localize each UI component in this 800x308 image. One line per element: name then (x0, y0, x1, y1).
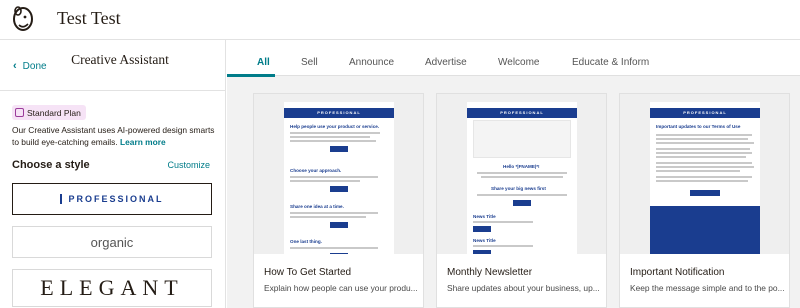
sidebar-title: Creative Assistant (71, 52, 169, 67)
preview-header-bar: PROFESSIONAL (467, 108, 577, 118)
card-title: Important Notification (630, 267, 725, 278)
template-gallery: All Sell Announce Advertise Welcome Educ… (227, 40, 800, 308)
card-description: Keep the message simple and to the po... (630, 283, 785, 293)
style-label-professional: PROFESSIONAL (60, 194, 163, 204)
card-description: Share updates about your business, up... (447, 283, 600, 293)
app-title: Test Test (57, 8, 121, 28)
template-preview: PROFESSIONAL Important updates to our Te… (620, 94, 789, 254)
tab-announce[interactable]: Announce (349, 57, 394, 68)
plan-badge-label: Standard Plan (27, 107, 81, 118)
tab-welcome[interactable]: Welcome (498, 57, 540, 68)
email-thumbnail: PROFESSIONAL Help people use your produc… (284, 102, 394, 254)
preview-header-bar: PROFESSIONAL (284, 108, 394, 118)
creative-assistant-sidebar: ‹ Done Creative Assistant Standard Plan … (0, 40, 226, 308)
card-description: Explain how people can use your produ... (264, 283, 418, 293)
preview-heading: Choose your approach. (290, 168, 342, 173)
template-preview: PROFESSIONAL Help people use your produc… (254, 94, 423, 254)
preview-heading: Important updates to our Terms of Use (656, 124, 741, 129)
template-card-monthly-newsletter[interactable]: PROFESSIONAL Hello *|FNAME|*! Share your… (436, 93, 607, 308)
card-title: How To Get Started (264, 267, 352, 278)
choose-style-heading: Choose a style (12, 159, 90, 171)
preview-heading: Hello *|FNAME|*! (503, 164, 540, 169)
category-tabs: All Sell Announce Advertise Welcome Educ… (227, 40, 800, 77)
description-text: Our Creative Assistant uses AI-powered d… (12, 125, 215, 147)
preview-heading: Help people use your product or service. (290, 124, 380, 129)
learn-more-link[interactable]: Learn more (120, 137, 166, 147)
preview-heading: Share one idea at a time. (290, 204, 344, 209)
image-placeholder (473, 120, 571, 158)
template-card-important-notification[interactable]: PROFESSIONAL Important updates to our Te… (619, 93, 790, 308)
plan-badge: Standard Plan (12, 105, 86, 120)
style-option-professional[interactable]: PROFESSIONAL (12, 183, 212, 215)
active-tab-indicator (227, 74, 275, 77)
style-option-organic[interactable]: organic (12, 226, 212, 258)
preview-heading: News Title (473, 214, 496, 219)
customize-link[interactable]: Customize (167, 160, 210, 170)
template-card-how-to-get-started[interactable]: PROFESSIONAL Help people use your produc… (253, 93, 424, 308)
preview-header-bar: PROFESSIONAL (650, 108, 760, 118)
lock-icon (15, 108, 24, 117)
preview-heading: News Title (473, 238, 496, 243)
preview-heading: Share your big news first (491, 186, 546, 191)
chevron-left-icon: ‹ (13, 60, 17, 72)
tab-educate-inform[interactable]: Educate & Inform (572, 57, 649, 68)
tab-sell[interactable]: Sell (301, 57, 318, 68)
tab-all[interactable]: All (257, 57, 270, 68)
style-label-organic: organic (90, 234, 134, 250)
done-label: Done (22, 60, 47, 72)
tab-advertise[interactable]: Advertise (425, 57, 467, 68)
style-option-elegant[interactable]: ELEGANT (12, 269, 212, 307)
card-title: Monthly Newsletter (447, 267, 533, 278)
style-label-elegant: ELEGANT (40, 275, 184, 300)
top-bar: Test Test (0, 0, 800, 40)
mailchimp-logo-icon[interactable] (8, 4, 38, 34)
sidebar-divider (0, 90, 226, 91)
preview-heading: One last thing. (290, 239, 322, 244)
email-thumbnail: PROFESSIONAL Hello *|FNAME|*! Share your… (467, 102, 577, 254)
done-button[interactable]: ‹ Done (13, 60, 47, 72)
email-thumbnail: PROFESSIONAL Important updates to our Te… (650, 102, 760, 254)
template-preview: PROFESSIONAL Hello *|FNAME|*! Share your… (437, 94, 606, 254)
preview-footer (650, 206, 760, 254)
assistant-description: Our Creative Assistant uses AI-powered d… (12, 124, 218, 148)
